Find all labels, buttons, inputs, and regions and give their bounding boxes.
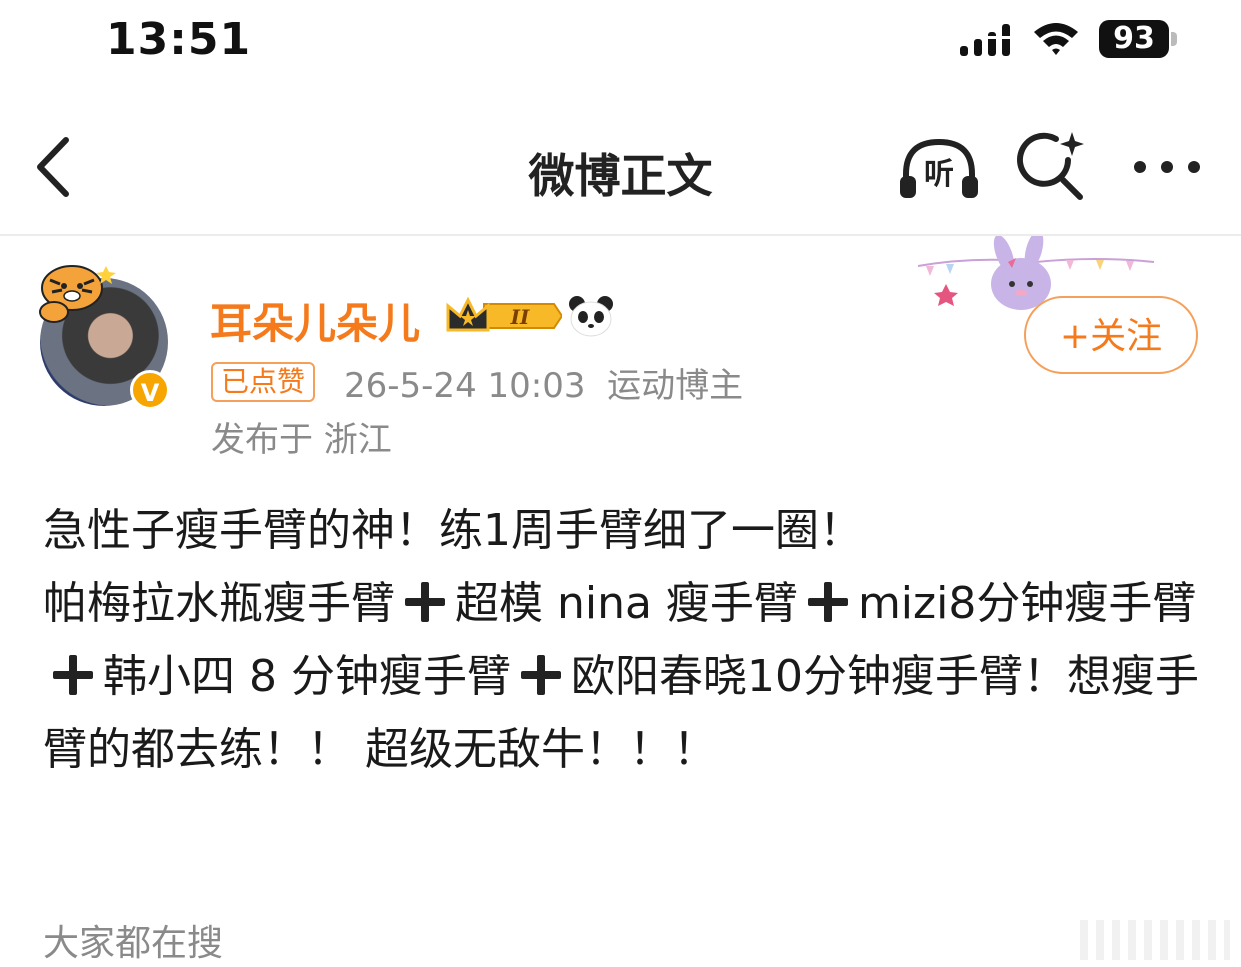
liked-tag: 已点赞: [211, 362, 316, 402]
username[interactable]: 耳朵儿朵儿: [210, 290, 420, 351]
post-text-workout-1: 帕梅拉水瓶瘦手臂: [43, 578, 395, 629]
post-meta: 26-5-24 10:03 运动博主: [344, 366, 744, 406]
more-icon[interactable]: [1132, 152, 1202, 182]
follow-button[interactable]: +关注: [1024, 296, 1198, 374]
svg-text:听: 听: [924, 157, 954, 192]
plus-icon: [51, 653, 95, 697]
search-hint-label: 大家都在搜: [43, 923, 224, 964]
search-sparkle-icon[interactable]: [1016, 130, 1088, 202]
post-text-workout-3: mizi8分钟瘦手臂: [857, 578, 1197, 629]
battery-tip: [1171, 32, 1177, 46]
plus-icon: [403, 580, 447, 624]
post-text-workout-2: 超模 nina 瘦手臂: [455, 578, 798, 629]
verified-badge: V: [130, 370, 170, 410]
battery-indicator: 93: [1099, 20, 1169, 58]
listen-icon[interactable]: 听: [896, 136, 982, 202]
search-hint-fade: [1080, 920, 1230, 960]
post-location: 发布于 浙江: [211, 420, 392, 460]
crown-badge-icon[interactable]: II: [444, 296, 562, 336]
wifi-icon: [1034, 23, 1078, 55]
post-text-workout-4: 韩小四 8 分钟瘦手臂: [103, 651, 511, 702]
post-body: 急性子瘦手臂的神！练1周手臂细了一圈！ 帕梅拉水瓶瘦手臂 超模 nina 瘦手臂 m…: [43, 494, 1213, 786]
crown-level: II: [510, 305, 530, 329]
signal-icon: [958, 24, 1012, 56]
plus-icon: [519, 653, 563, 697]
tiger-sticker-icon: [39, 265, 116, 323]
plus-icon: [806, 580, 850, 624]
post-text-intro: 急性子瘦手臂的神！练1周手臂细了一圈！: [43, 505, 863, 556]
panda-icon: [569, 296, 613, 337]
status-time: 13:51: [106, 14, 252, 65]
